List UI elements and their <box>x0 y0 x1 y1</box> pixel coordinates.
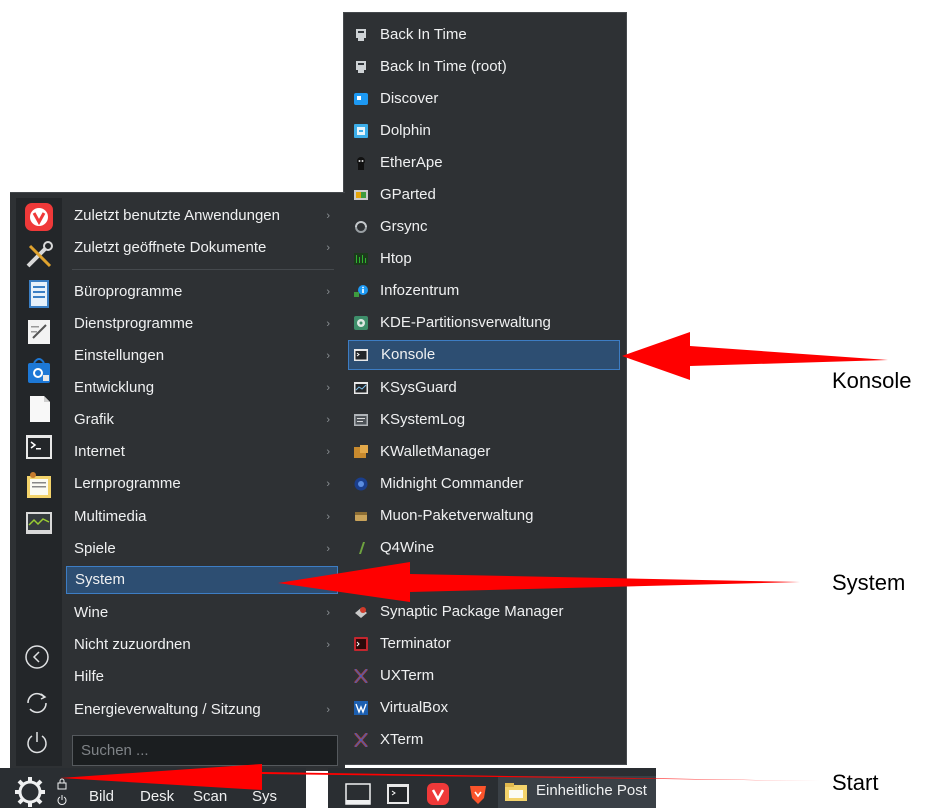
annotation-arrows <box>60 332 888 790</box>
annotation-start: Start <box>832 770 879 795</box>
system-arrow <box>278 562 800 602</box>
annotation-konsole: Konsole <box>832 368 912 393</box>
start-arrow <box>60 764 820 790</box>
annotation-system: System <box>832 570 906 595</box>
